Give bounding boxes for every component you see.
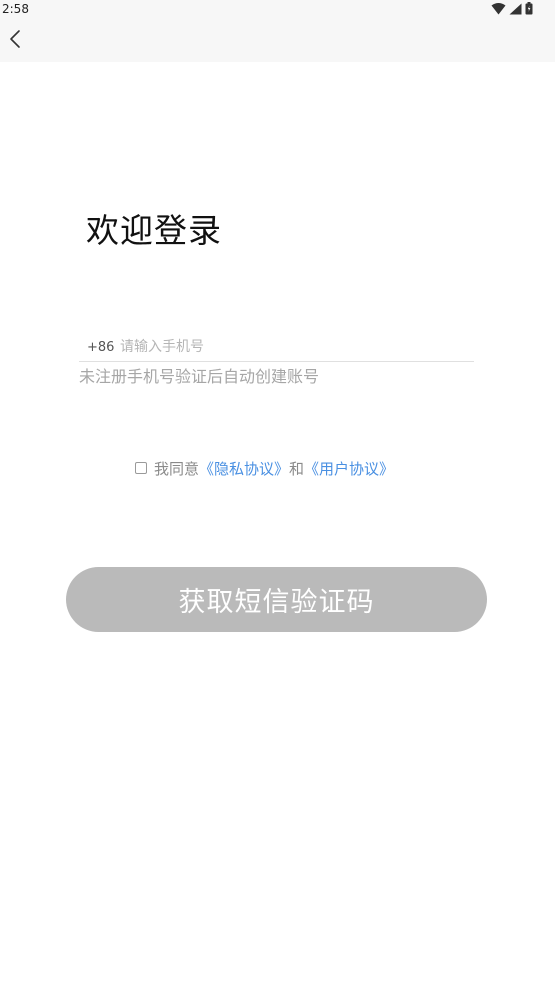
login-screen: 2:58 欢迎登录 +86 请输入手机号 未注册手机号验证后自动创建账号 我同意…	[0, 0, 555, 986]
agreement-prefix: 我同意	[154, 459, 200, 478]
agreement-checkbox[interactable]	[135, 462, 147, 474]
user-agreement-link[interactable]: 《用户协议》	[304, 458, 394, 479]
status-time: 2:58	[2, 2, 29, 16]
chevron-left-icon	[9, 29, 21, 53]
auto-register-hint: 未注册手机号验证后自动创建账号	[79, 367, 320, 386]
top-bar: 2:58	[0, 0, 555, 62]
status-icons	[491, 0, 533, 19]
page-title: 欢迎登录	[86, 211, 222, 250]
country-code[interactable]: +86	[87, 340, 120, 355]
signal-icon	[509, 0, 522, 19]
get-sms-code-button[interactable]: 获取短信验证码	[66, 567, 487, 632]
phone-input-row: +86	[79, 333, 474, 362]
back-button[interactable]	[4, 29, 26, 53]
wifi-icon	[491, 0, 506, 19]
phone-input[interactable]	[120, 336, 474, 358]
privacy-policy-link[interactable]: 《隐私协议》	[199, 458, 289, 479]
battery-icon	[525, 0, 533, 19]
agreement-conjunction: 和	[289, 459, 305, 478]
agreement-row: 我同意 《隐私协议》 和 《用户协议》	[135, 456, 394, 480]
